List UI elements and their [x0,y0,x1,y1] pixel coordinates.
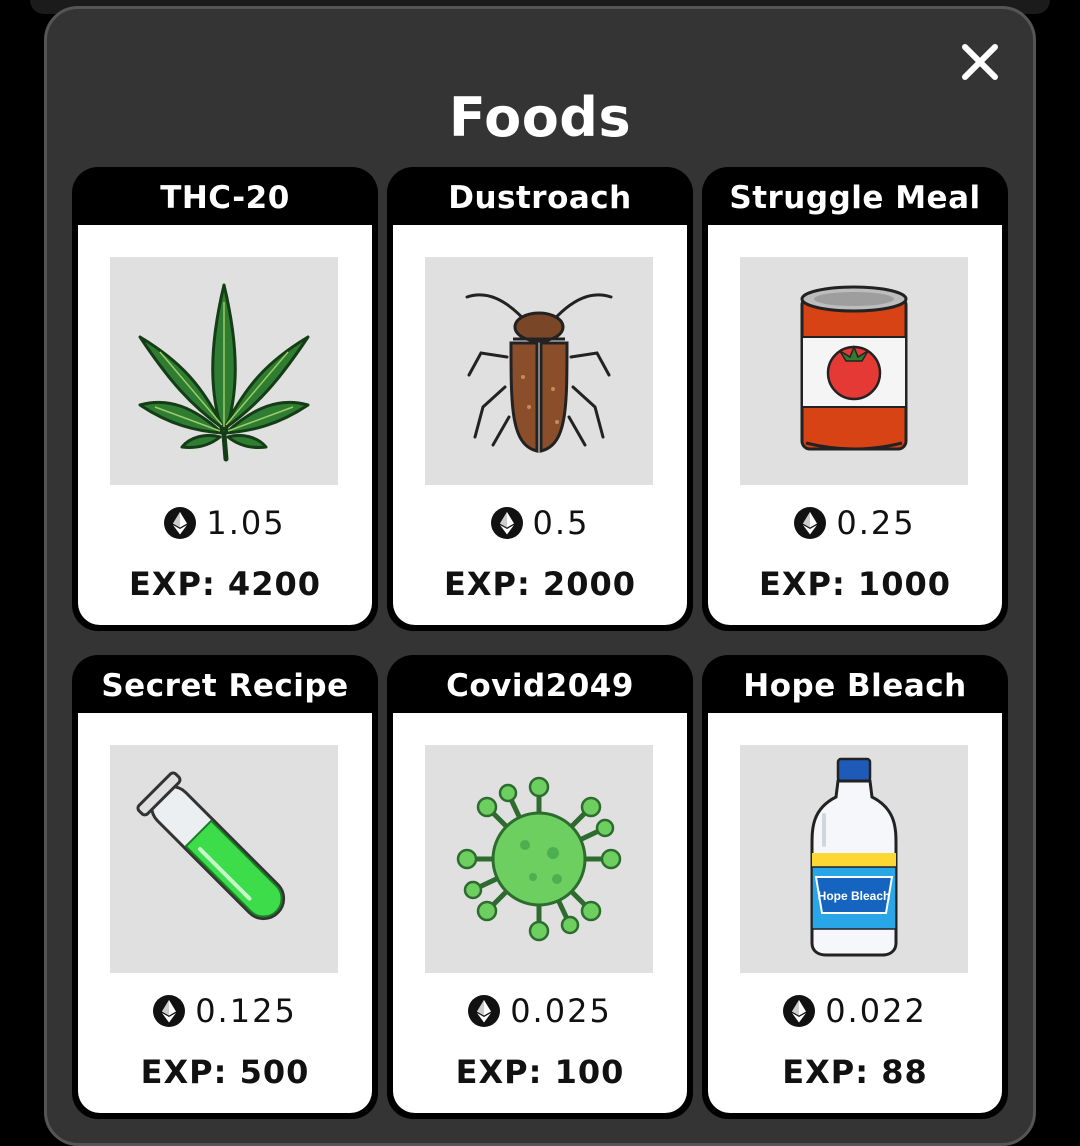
food-card-covid2049[interactable]: Covid2049 0.025 EXP: 100 [387,655,693,1119]
virus-icon [456,776,622,942]
food-card-title: Struggle Meal [729,180,981,216]
tomato-can-icon [800,285,908,451]
food-image [425,257,653,485]
food-exp: EXP: 500 [140,1053,310,1091]
close-icon[interactable] [959,41,1001,83]
food-card-title: Dustroach [448,180,632,216]
food-exp: EXP: 100 [455,1053,625,1091]
food-price: 0.125 [78,991,372,1031]
food-image [740,257,968,485]
cockroach-icon [465,293,613,453]
food-card-secret-recipe[interactable]: Secret Recipe 0.125 EXP: 500 [72,655,378,1119]
price-value: 0.25 [836,504,916,542]
food-card-dustroach[interactable]: Dustroach 0.5 EXP: 2000 [387,167,693,631]
food-exp: EXP: 88 [782,1053,928,1091]
food-price: 0.022 [708,991,1002,1031]
food-card-title: Hope Bleach [743,668,967,704]
bleach-bottle-icon: Hope Bleach [810,757,898,957]
food-image [110,745,338,973]
food-card-body: Hope Bleach 0.022 EXP: 88 [708,713,1002,1113]
food-price: 0.025 [393,991,687,1031]
cannabis-leaf-icon [138,283,310,462]
food-card-body: 0.25 EXP: 1000 [708,225,1002,625]
food-card-body: 0.5 EXP: 2000 [393,225,687,625]
food-card-thc-20[interactable]: THC-20 1.05 EXP: 4200 [72,167,378,631]
ethereum-icon [490,507,523,539]
ethereum-icon [468,995,501,1027]
price-value: 1.05 [206,504,286,542]
price-value: 0.5 [532,504,590,542]
ethereum-icon [153,995,186,1027]
price-value: 0.125 [195,992,297,1030]
food-image [425,745,653,973]
price-value: 0.022 [825,992,927,1030]
food-card-body: 1.05 EXP: 4200 [78,225,372,625]
food-card-title: Covid2049 [446,668,634,704]
food-exp: EXP: 4200 [129,565,321,603]
ethereum-icon [794,507,827,539]
modal-title: Foods [448,86,632,149]
food-card-body: 0.025 EXP: 100 [393,713,687,1113]
test-tube-icon [136,771,286,921]
food-image [110,257,338,485]
ethereum-icon [164,507,197,539]
food-price: 0.5 [393,503,687,543]
food-exp: EXP: 1000 [759,565,951,603]
price-value: 0.025 [510,992,612,1030]
food-card-struggle-meal[interactable]: Struggle Meal 0.25 EXP: 1000 [702,167,1008,631]
bottle-label-text: Hope Bleach [818,889,891,903]
food-price: 1.05 [78,503,372,543]
food-card-title: Secret Recipe [101,668,349,704]
food-price: 0.25 [708,503,1002,543]
food-image: Hope Bleach [740,745,968,973]
ethereum-icon [783,995,816,1027]
food-card-body: 0.125 EXP: 500 [78,713,372,1113]
food-exp: EXP: 2000 [444,565,636,603]
food-card-hope-bleach[interactable]: Hope Bleach Hope Bleach 0.022 EXP: 88 [702,655,1008,1119]
food-card-title: THC-20 [160,180,290,216]
